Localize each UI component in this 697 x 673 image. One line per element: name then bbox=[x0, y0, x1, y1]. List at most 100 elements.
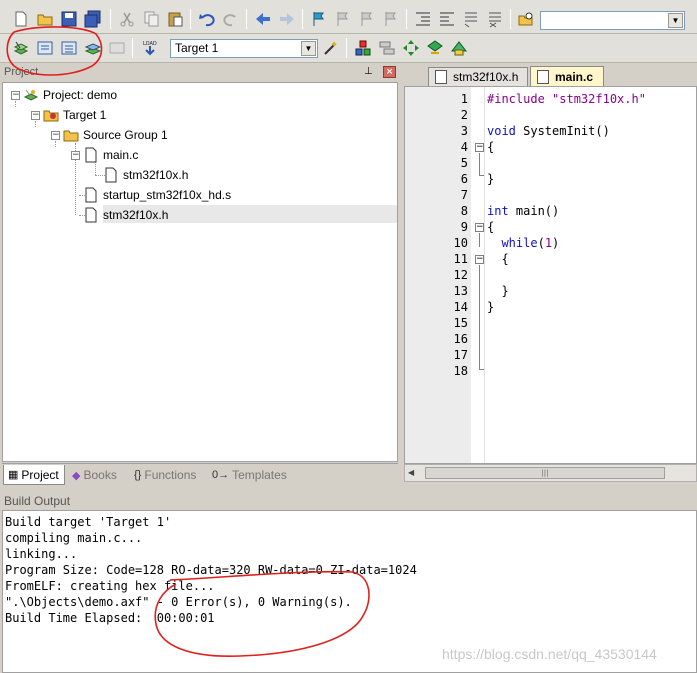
save-icon[interactable] bbox=[58, 8, 80, 30]
build-icon[interactable] bbox=[34, 37, 56, 59]
tab-templates[interactable]: 0→ Templates bbox=[208, 465, 294, 485]
line-number: 12 bbox=[453, 268, 468, 282]
manage-project-items-icon[interactable] bbox=[352, 37, 374, 59]
comment-icon[interactable] bbox=[460, 8, 482, 30]
tree-node-target[interactable]: Target 1 bbox=[43, 106, 106, 124]
navigate-back-icon[interactable] bbox=[252, 8, 274, 30]
find-combo[interactable]: ▼ bbox=[540, 11, 685, 30]
select-packs-icon[interactable] bbox=[400, 37, 422, 59]
bookmark-clear-icon[interactable] bbox=[380, 8, 402, 30]
fold-toggle[interactable]: − bbox=[475, 223, 484, 232]
chevron-down-icon[interactable]: ▼ bbox=[668, 13, 683, 28]
keil-uvision-window: ▼ LOAD Target 1 ▼ Project ⊥ × − Project:… bbox=[0, 0, 697, 673]
uncomment-icon[interactable] bbox=[484, 8, 506, 30]
file-icon bbox=[83, 147, 99, 163]
editor-horizontal-scrollbar[interactable]: ◀ ||| bbox=[404, 464, 697, 482]
fold-toggle[interactable]: − bbox=[475, 143, 484, 152]
separator bbox=[302, 9, 303, 29]
functions-icon: {} bbox=[134, 469, 142, 481]
navigate-forward-icon[interactable] bbox=[276, 8, 298, 30]
scroll-left-icon[interactable]: ◀ bbox=[408, 468, 414, 477]
target-select[interactable]: Target 1 ▼ bbox=[170, 39, 318, 58]
collapse-toggle[interactable]: − bbox=[11, 91, 20, 100]
separator bbox=[510, 9, 511, 29]
tab-main-c[interactable]: main.c bbox=[530, 66, 604, 87]
tree-node-label: stm32f10x.h bbox=[123, 168, 189, 182]
bookmark-prev-icon[interactable] bbox=[332, 8, 354, 30]
project-tree: − Project: demo − Target 1 − Source Grou… bbox=[2, 82, 398, 462]
cut-icon[interactable] bbox=[116, 8, 138, 30]
separator bbox=[406, 9, 407, 29]
tab-project[interactable]: ▦ Project bbox=[3, 465, 65, 485]
indent-icon[interactable] bbox=[412, 8, 434, 30]
line-number: 4 bbox=[460, 140, 468, 154]
line-number: 18 bbox=[453, 364, 468, 378]
templates-icon: 0→ bbox=[212, 469, 230, 481]
bookmark-next-icon[interactable] bbox=[356, 8, 378, 30]
redo-icon[interactable] bbox=[220, 8, 242, 30]
separator bbox=[132, 38, 133, 58]
line-number: 14 bbox=[453, 300, 468, 314]
tree-node-source-group[interactable]: Source Group 1 bbox=[63, 126, 168, 144]
translate-icon[interactable] bbox=[10, 37, 32, 59]
pin-icon[interactable]: ⊥ bbox=[364, 66, 373, 77]
chevron-down-icon[interactable]: ▼ bbox=[301, 41, 316, 56]
tab-functions[interactable]: {} Functions bbox=[130, 465, 206, 485]
line-number: 13 bbox=[453, 284, 468, 298]
fold-toggle[interactable]: − bbox=[475, 255, 484, 264]
file-icon bbox=[103, 167, 119, 183]
tree-node-header[interactable]: stm32f10x.h bbox=[83, 206, 168, 224]
collapse-toggle[interactable]: − bbox=[51, 131, 60, 140]
separator bbox=[190, 9, 191, 29]
tree-node-label: Source Group 1 bbox=[83, 128, 168, 142]
build-output-line: Build target 'Target 1' bbox=[5, 515, 172, 529]
stop-build-icon[interactable] bbox=[106, 37, 128, 59]
tree-node-main-dependency[interactable]: stm32f10x.h bbox=[103, 166, 188, 184]
tab-stm32f10x-h[interactable]: stm32f10x.h bbox=[428, 67, 528, 86]
tree-node-startup[interactable]: startup_stm32f10x_hd.s bbox=[83, 186, 231, 204]
editor-tab-bar: stm32f10x.h main.c bbox=[404, 64, 697, 87]
software-packs-icon[interactable] bbox=[448, 37, 470, 59]
unindent-icon[interactable] bbox=[436, 8, 458, 30]
rebuild-icon[interactable] bbox=[58, 37, 80, 59]
undo-icon[interactable] bbox=[196, 8, 218, 30]
build-output-title: Build Output bbox=[0, 491, 697, 510]
tab-books[interactable]: ◆ Books bbox=[68, 465, 128, 485]
code-line: while(1) bbox=[487, 236, 560, 250]
open-folder-icon[interactable] bbox=[34, 8, 56, 30]
download-load-icon[interactable]: LOAD bbox=[139, 37, 161, 59]
line-number: 2 bbox=[460, 108, 468, 122]
code-line: int main() bbox=[487, 204, 560, 218]
build-toolbar: LOAD Target 1 ▼ bbox=[0, 34, 697, 63]
save-all-icon[interactable] bbox=[82, 8, 104, 30]
books-icon: ◆ bbox=[72, 469, 81, 482]
find-in-files-icon[interactable] bbox=[515, 8, 537, 30]
line-number: 15 bbox=[453, 316, 468, 330]
copy-icon[interactable] bbox=[140, 8, 162, 30]
code-line: } bbox=[487, 172, 495, 186]
tree-node-main-c[interactable]: main.c bbox=[83, 146, 138, 164]
code-line: } bbox=[487, 300, 495, 314]
tree-node-label: Project: demo bbox=[43, 88, 118, 102]
bookmark-icon[interactable] bbox=[308, 8, 330, 30]
code-editor[interactable]: 1 2 3 4 5 6 7 8 9 10 11 12 13 14 15 16 1… bbox=[404, 86, 697, 464]
batch-build-icon[interactable] bbox=[82, 37, 104, 59]
manage-rte-icon[interactable] bbox=[376, 37, 398, 59]
scrollbar-thumb[interactable]: ||| bbox=[425, 467, 665, 479]
file-icon bbox=[537, 70, 549, 84]
file-icon bbox=[435, 70, 447, 84]
tree-node-project[interactable]: Project: demo bbox=[23, 86, 117, 104]
new-file-icon[interactable] bbox=[10, 8, 32, 30]
code-line: { bbox=[487, 252, 509, 266]
paste-icon[interactable] bbox=[164, 8, 186, 30]
collapse-toggle[interactable]: − bbox=[71, 151, 80, 160]
pack-installer-icon[interactable] bbox=[424, 37, 446, 59]
separator bbox=[246, 9, 247, 29]
tree-node-label: Target 1 bbox=[63, 108, 107, 122]
separator bbox=[110, 9, 111, 29]
collapse-toggle[interactable]: − bbox=[31, 111, 40, 120]
close-icon[interactable]: × bbox=[383, 66, 396, 78]
line-number: 10 bbox=[453, 236, 468, 250]
code-line: } bbox=[487, 284, 509, 298]
target-options-wand-icon[interactable] bbox=[320, 37, 342, 59]
